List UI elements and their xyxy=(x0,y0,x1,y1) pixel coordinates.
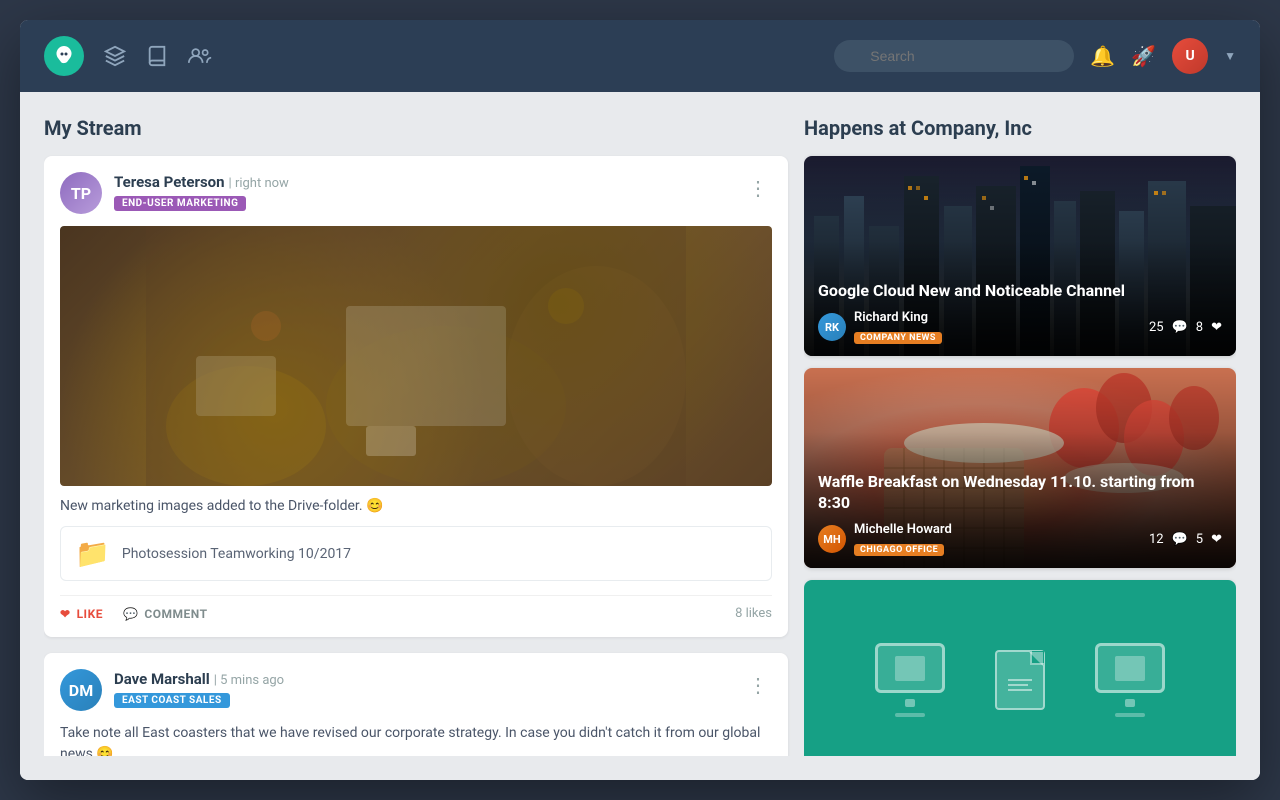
search-wrapper: 🔍 xyxy=(834,40,1074,72)
news-author-avatar: MH xyxy=(818,525,846,553)
post-actions: ❤ LIKE 💬 COMMENT 8 likes xyxy=(60,595,772,621)
news-author-row: MH Michelle Howard CHIGAGO OFFICE 12 💬 5… xyxy=(818,522,1222,556)
folder-attachment[interactable]: 📁 Photosession Teamworking 10/2017 xyxy=(60,526,772,581)
users-icon[interactable] xyxy=(188,45,212,67)
navbar-right: 🔍 🔔 🚀 U ▼ xyxy=(834,38,1236,74)
document-icon-center xyxy=(995,650,1045,710)
news-card-overlay: Waffle Breakfast on Wednesday 11.10. sta… xyxy=(804,432,1236,568)
heart-icon: ❤ xyxy=(60,607,71,621)
news-stats: 25 💬 8 ❤ xyxy=(1149,320,1222,335)
stream-title: My Stream xyxy=(44,116,788,140)
folder-icon: 📁 xyxy=(75,537,110,570)
search-input[interactable] xyxy=(834,40,1074,72)
news-title: Google Cloud New and Noticeable Channel xyxy=(818,281,1222,302)
comment-count: 25 xyxy=(1149,320,1164,335)
news-tag: CHIGAGO OFFICE xyxy=(854,544,944,556)
comment-button[interactable]: 💬 COMMENT xyxy=(123,607,208,621)
right-column: Happens at Company, Inc xyxy=(804,116,1236,756)
post-header: TP Teresa Peterson | right now END-USER … xyxy=(60,172,772,214)
post-tag: EAST COAST SALES xyxy=(114,693,230,708)
like-label: LIKE xyxy=(77,607,103,621)
post-author-avatar: TP xyxy=(60,172,102,214)
navbar: 🔍 🔔 🚀 U ▼ xyxy=(20,20,1260,92)
news-title: Waffle Breakfast on Wednesday 11.10. sta… xyxy=(818,472,1222,514)
device-icon-left xyxy=(875,643,945,717)
comment-icon: 💬 xyxy=(1172,532,1188,547)
post-card: DM Dave Marshall | 5 mins ago EAST COAST… xyxy=(44,653,788,756)
news-author-info: Michelle Howard CHIGAGO OFFICE xyxy=(854,522,1141,556)
news-author-row: RK Richard King COMPANY NEWS 25 💬 8 ❤ xyxy=(818,310,1222,344)
news-author-info: Richard King COMPANY NEWS xyxy=(854,310,1141,344)
post-more-button[interactable]: ⋮ xyxy=(744,669,772,701)
news-card[interactable]: Google Cloud New and Noticeable Channel … xyxy=(804,156,1236,356)
news-tag: COMPANY NEWS xyxy=(854,332,942,344)
post-time: | 5 mins ago xyxy=(214,673,284,688)
post-author-avatar: DM xyxy=(60,669,102,711)
post-author-info: Dave Marshall | 5 mins ago EAST COAST SA… xyxy=(114,669,744,708)
post-text: New marketing images added to the Drive-… xyxy=(60,498,772,514)
comment-icon: 💬 xyxy=(123,607,138,621)
book-icon[interactable] xyxy=(146,45,168,67)
post-text: Take note all East coasters that we have… xyxy=(60,723,772,756)
news-author-name: Michelle Howard xyxy=(854,522,1141,537)
user-avatar[interactable]: U xyxy=(1172,38,1208,74)
news-card[interactable] xyxy=(804,580,1236,756)
news-author-avatar: RK xyxy=(818,313,846,341)
post-tag: END-USER MARKETING xyxy=(114,196,246,211)
app-window: 🔍 🔔 🚀 U ▼ My Stream TP xyxy=(20,20,1260,780)
news-card[interactable]: Waffle Breakfast on Wednesday 11.10. sta… xyxy=(804,368,1236,568)
post-author-name: Dave Marshall xyxy=(114,670,210,688)
user-menu-dropdown-arrow[interactable]: ▼ xyxy=(1224,49,1236,63)
post-header: DM Dave Marshall | 5 mins ago EAST COAST… xyxy=(60,669,772,711)
news-card-overlay: Google Cloud New and Noticeable Channel … xyxy=(804,241,1236,356)
main-content: My Stream TP Teresa Peterson | right now… xyxy=(20,92,1260,780)
notification-bell-icon[interactable]: 🔔 xyxy=(1090,44,1115,68)
like-button[interactable]: ❤ LIKE xyxy=(60,607,103,621)
comment-label: COMMENT xyxy=(144,607,207,621)
folder-name: Photosession Teamworking 10/2017 xyxy=(122,546,351,562)
layers-icon[interactable] xyxy=(104,45,126,67)
news-author-name: Richard King xyxy=(854,310,1141,325)
app-logo[interactable] xyxy=(44,36,84,76)
news-stats: 12 💬 5 ❤ xyxy=(1149,532,1222,547)
heart-icon: ❤ xyxy=(1211,532,1222,547)
post-time: | right now xyxy=(229,176,289,191)
post-image xyxy=(60,226,772,486)
post-author-name: Teresa Peterson xyxy=(114,173,225,191)
post-card: TP Teresa Peterson | right now END-USER … xyxy=(44,156,788,637)
device-icon-right xyxy=(1095,643,1165,717)
happens-title: Happens at Company, Inc xyxy=(804,116,1236,140)
navbar-left xyxy=(44,36,212,76)
post-more-button[interactable]: ⋮ xyxy=(744,172,772,204)
heart-icon: ❤ xyxy=(1211,320,1222,335)
post-author-info: Teresa Peterson | right now END-USER MAR… xyxy=(114,172,744,211)
rocket-icon[interactable]: 🚀 xyxy=(1131,44,1156,68)
like-count: 8 xyxy=(1196,320,1203,335)
comment-icon: 💬 xyxy=(1172,320,1188,335)
comment-count: 12 xyxy=(1149,532,1164,547)
like-count: 5 xyxy=(1196,532,1203,547)
left-column: My Stream TP Teresa Peterson | right now… xyxy=(44,116,804,756)
like-count: 8 likes xyxy=(735,606,772,621)
